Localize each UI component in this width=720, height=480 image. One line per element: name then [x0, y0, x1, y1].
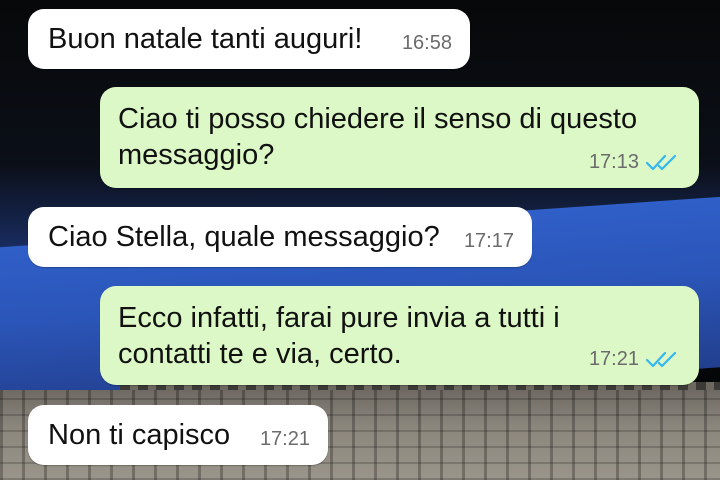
message-text: Ciao ti posso chiedere il senso di quest… [118, 103, 638, 171]
conversation: Buon natale tanti auguri! 16:58 Ciao ti … [0, 0, 720, 480]
message-bubble-incoming[interactable]: Non ti capisco 17:21 [28, 405, 328, 465]
message-meta: 17:21 [260, 421, 310, 457]
message-bubble-outgoing[interactable]: Ciao ti posso chiedere il senso di quest… [100, 87, 699, 188]
message-meta: 17:13 [589, 144, 681, 180]
message-bubble-outgoing[interactable]: Ecco infatti, farai pure invia a tutti i… [100, 286, 699, 385]
message-time: 16:58 [401, 32, 452, 54]
message-meta: 17:17 [464, 223, 514, 259]
message-text: Ecco infatti, farai pure invia a tutti i… [118, 302, 560, 370]
message-bubble-incoming[interactable]: Ciao Stella, quale messaggio? 17:17 [28, 207, 532, 267]
message-time: 17:17 [463, 230, 514, 252]
message-time: 17:21 [259, 428, 310, 450]
message-meta: 17:21 [589, 341, 681, 377]
double-check-icon [645, 350, 681, 368]
message-bubble-incoming[interactable]: Buon natale tanti auguri! 16:58 [28, 9, 470, 69]
double-check-icon [645, 153, 681, 171]
message-text: Non ti capisco [48, 419, 231, 451]
message-time: 17:21 [588, 348, 639, 370]
message-meta: 16:58 [402, 25, 452, 61]
message-text: Ciao Stella, quale messaggio? [48, 221, 440, 253]
message-text: Buon natale tanti auguri! [48, 23, 363, 55]
message-time: 17:13 [588, 151, 639, 173]
